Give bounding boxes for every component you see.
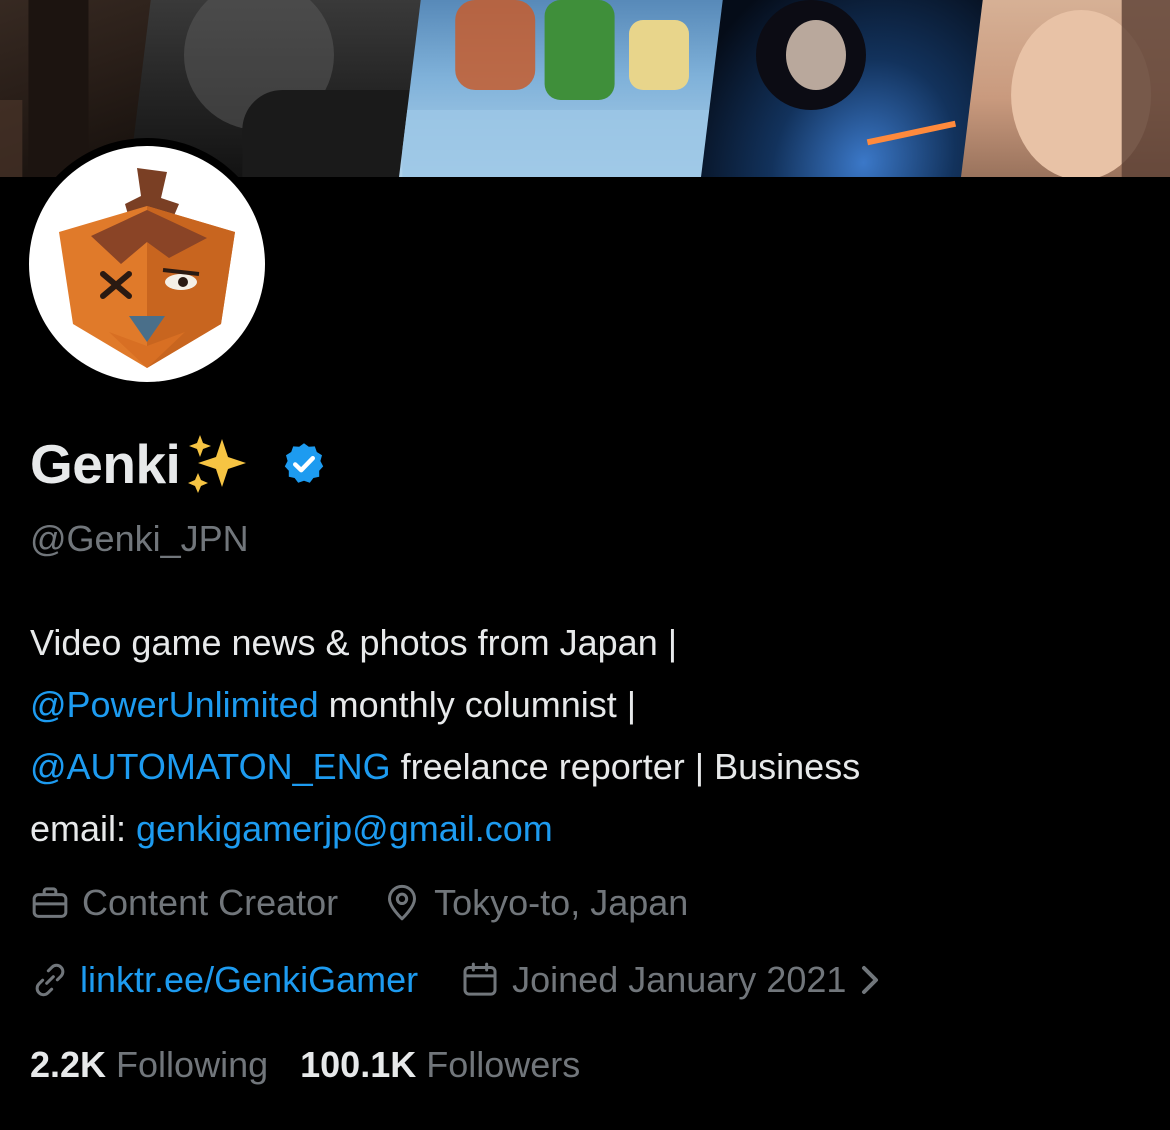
- profile-website[interactable]: linktr.ee/GenkiGamer: [30, 959, 418, 1001]
- profile-location: Tokyo-to, Japan: [382, 882, 688, 924]
- verified-badge-icon[interactable]: [280, 440, 328, 488]
- profile-meta-row-2: linktr.ee/GenkiGamer Joined January 2021: [30, 955, 882, 1005]
- banner-panel-baby: [958, 0, 1170, 177]
- bio-line-1: Video game news & photos from Japan |: [30, 622, 678, 663]
- website-link[interactable]: linktr.ee/GenkiGamer: [80, 959, 418, 1001]
- banner-panel-space-girl: [698, 0, 994, 177]
- joined-text: Joined January 2021: [512, 959, 847, 1000]
- profile-avatar[interactable]: [21, 138, 273, 390]
- location-text: Tokyo-to, Japan: [434, 882, 689, 923]
- followers-label: Followers: [426, 1044, 581, 1085]
- followers-stat[interactable]: 100.1K Followers: [300, 1044, 580, 1086]
- bio-line-3-text: freelance reporter | Business: [390, 746, 861, 787]
- profile-stats: 2.2K Following 100.1K Followers: [30, 1040, 580, 1090]
- bio-line-2-text: monthly columnist |: [318, 684, 637, 725]
- display-name: Genki: [30, 433, 181, 495]
- profile-name-row: Genki: [30, 432, 328, 496]
- profile-meta-row-1: Content Creator Tokyo-to, Japan: [30, 878, 688, 928]
- following-label: Following: [116, 1044, 269, 1085]
- following-stat[interactable]: 2.2K Following: [30, 1044, 268, 1086]
- chevron-right-icon: [862, 966, 879, 994]
- profile-joined[interactable]: Joined January 2021: [460, 959, 882, 1001]
- bio-line-2: @PowerUnlimited monthly columnist |: [30, 674, 1140, 736]
- profile-handle: @Genki_JPN: [30, 518, 249, 559]
- sparkles-icon: [188, 435, 247, 493]
- category-text: Content Creator: [82, 882, 339, 923]
- mention-powerunlimited-link[interactable]: @PowerUnlimited: [30, 684, 319, 725]
- link-icon: [35, 963, 65, 997]
- email-link[interactable]: genkigamerjp@gmail.com: [136, 808, 553, 849]
- following-count: 2.2K: [30, 1044, 107, 1085]
- calendar-icon: [463, 962, 497, 996]
- profile-screen: Genki @Genki_JPN Video game news & photo…: [0, 0, 1170, 1130]
- profile-bio: Video game news & photos from Japan | @P…: [30, 612, 1140, 860]
- location-pin-icon: [388, 884, 417, 921]
- fox-mascot-icon: [59, 168, 235, 368]
- bio-email-prefix: email:: [30, 808, 137, 849]
- avatar-image: [29, 146, 265, 382]
- followers-count: 100.1K: [300, 1044, 417, 1085]
- mention-automaton-link[interactable]: @AUTOMATON_ENG: [30, 746, 391, 787]
- banner-panel-cartoon-adventure: [396, 0, 734, 177]
- bio-line-3: @AUTOMATON_ENG freelance reporter | Busi…: [30, 736, 1140, 798]
- briefcase-icon: [32, 887, 68, 918]
- bio-line-4: email: genkigamerjp@gmail.com: [30, 798, 1140, 860]
- profile-category: Content Creator: [30, 882, 338, 924]
